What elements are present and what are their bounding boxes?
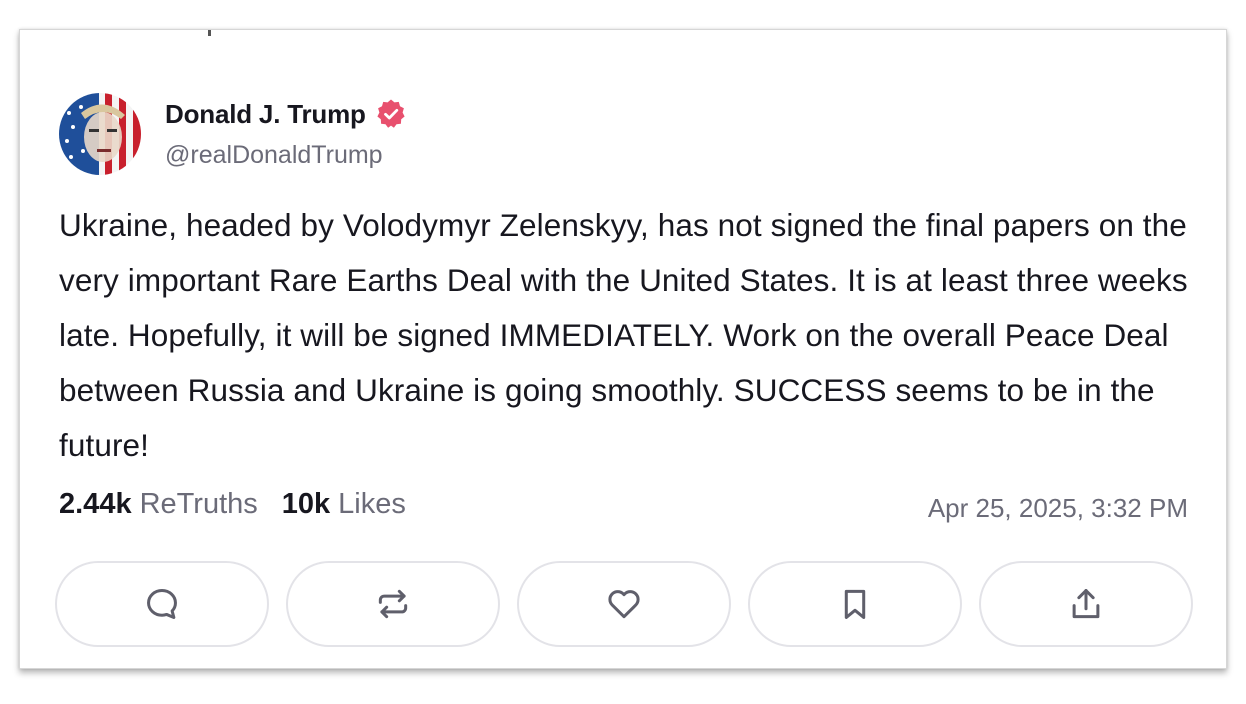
reply-button[interactable]: [55, 561, 269, 647]
post-body: Ukraine, headed by Volodymyr Zelenskyy, …: [59, 207, 1188, 463]
retruth-button[interactable]: [286, 561, 500, 647]
author-handle[interactable]: @realDonaldTrump: [165, 141, 383, 170]
retruths-count[interactable]: 2.44k: [59, 488, 132, 521]
post-stats: 2.44k ReTruths 10k Likes: [59, 488, 406, 521]
repost-icon: [378, 589, 408, 619]
likes-label[interactable]: Likes: [338, 488, 406, 521]
post-card: Donald J. Trump @realDonaldTrump Ukraine…: [19, 29, 1227, 669]
divider-mark: [208, 30, 211, 36]
retruths-label[interactable]: ReTruths: [140, 488, 258, 521]
share-button[interactable]: [979, 561, 1193, 647]
bookmark-button[interactable]: [748, 561, 962, 647]
avatar-image: [59, 93, 141, 175]
bookmark-icon: [844, 589, 866, 619]
post-timestamp[interactable]: Apr 25, 2025, 3:32 PM: [928, 493, 1188, 524]
comment-icon: [147, 589, 177, 619]
heart-icon: [608, 590, 640, 619]
like-button[interactable]: [517, 561, 731, 647]
verified-badge-icon: [377, 99, 405, 128]
share-icon: [1072, 589, 1100, 619]
author-name[interactable]: Donald J. Trump: [165, 99, 366, 130]
likes-count[interactable]: 10k: [282, 488, 330, 521]
avatar[interactable]: [59, 93, 141, 175]
action-bar: [55, 561, 1193, 647]
